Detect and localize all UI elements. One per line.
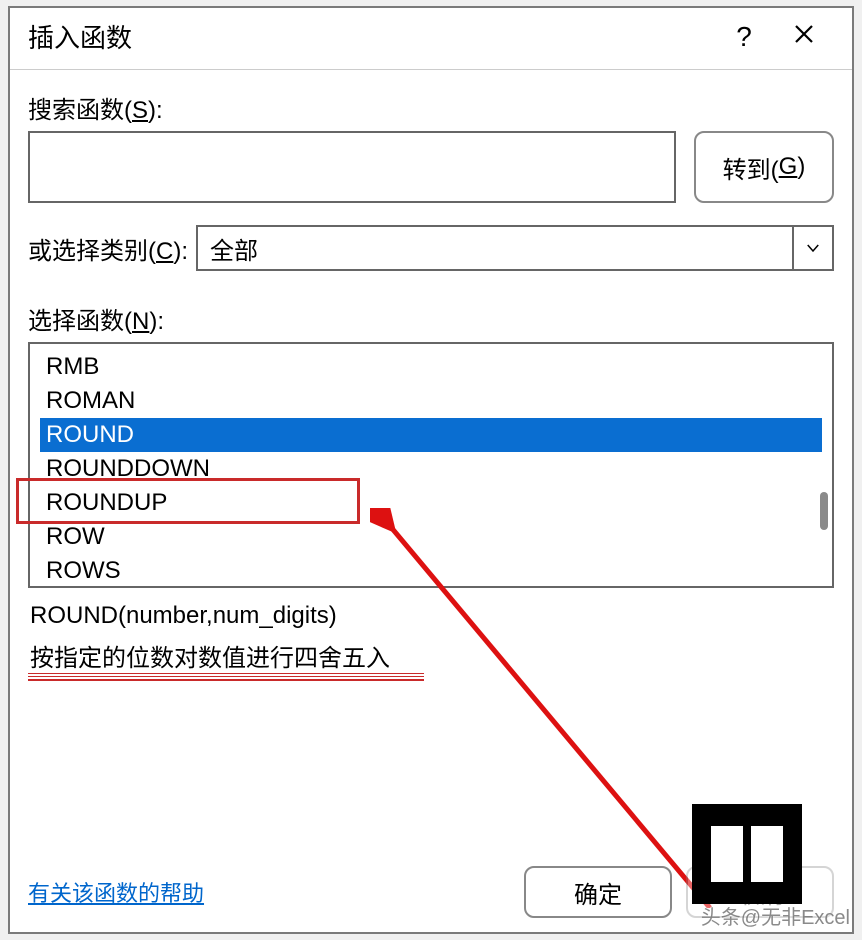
watermark-logo (692, 804, 802, 904)
list-item[interactable]: ROMAN (40, 384, 822, 418)
category-row: 或选择类别(C): 全部 (28, 225, 834, 271)
dialog-title: 插入函数 (28, 18, 132, 55)
watermark-text: 头条@无非Excel (701, 901, 850, 930)
category-selected: 全部 (210, 231, 258, 266)
help-link[interactable]: 有关该函数的帮助 (28, 876, 204, 908)
close-icon (792, 22, 816, 46)
list-item[interactable]: ROUNDUP (40, 486, 822, 520)
function-description: 按指定的位数对数值进行四舍五入 (28, 638, 834, 673)
function-syntax: ROUND(number,num_digits) (28, 602, 834, 630)
list-item[interactable]: ROW (40, 520, 822, 554)
list-item[interactable]: RMB (40, 350, 822, 384)
list-item[interactable]: ROWS (40, 554, 822, 588)
category-label: 或选择类别(C): (28, 231, 188, 266)
scrollbar-handle[interactable] (820, 492, 828, 530)
titlebar: 插入函数 ? (10, 8, 852, 70)
function-list-label: 选择函数(N): (28, 301, 834, 336)
search-row: 转到(G) (28, 131, 834, 203)
category-select[interactable]: 全部 (196, 225, 834, 271)
close-button[interactable] (774, 21, 834, 53)
search-input[interactable] (28, 131, 676, 203)
chevron-down-icon (792, 227, 832, 269)
help-button[interactable]: ? (714, 21, 774, 53)
annotation-underline (28, 673, 424, 677)
insert-function-dialog: 插入函数 ? 搜索函数(S): 转到(G) 或选择类别(C): 全部 (8, 6, 854, 934)
list-item[interactable]: ROUNDDOWN (40, 452, 822, 486)
list-item[interactable]: ROUND (40, 418, 822, 452)
ok-button[interactable]: 确定 (524, 866, 672, 918)
search-label: 搜索函数(S): (28, 90, 834, 125)
go-button[interactable]: 转到(G) (694, 131, 834, 203)
dialog-body: 搜索函数(S): 转到(G) 或选择类别(C): 全部 选择函数(N): RMB… (10, 70, 852, 856)
function-listbox[interactable]: RMBROMANROUNDROUNDDOWNROUNDUPROWROWS (28, 342, 834, 588)
